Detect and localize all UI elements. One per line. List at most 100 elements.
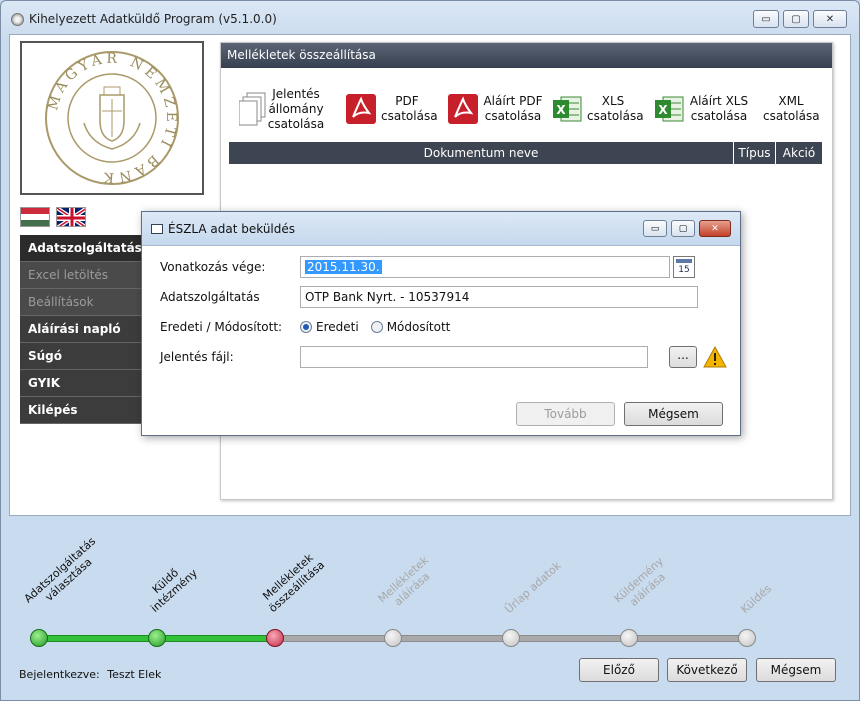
radio-original-label: Eredeti <box>316 320 359 334</box>
logged-in-user: Teszt Elek <box>107 668 162 681</box>
attach-toolbar: Jelentés állomány csatolása PDF csatolás… <box>229 83 829 135</box>
period-end-input[interactable]: 2015.11.30. <box>300 256 670 278</box>
wizard-step-dot-6 <box>620 629 638 647</box>
browse-file-button[interactable]: ... <box>669 346 697 368</box>
wizard-step-dot-3 <box>266 629 284 647</box>
attach-xml-label: XML csatolása <box>763 94 820 123</box>
period-end-label: Vonatkozás vége: <box>160 260 266 274</box>
language-flags <box>20 207 86 227</box>
radio-original[interactable]: Eredeti <box>300 320 359 334</box>
attach-report-button[interactable]: Jelentés állomány csatolása <box>239 83 325 135</box>
wizard-step-label-5: Űrlap adatok <box>502 559 564 616</box>
wizard-connector-6 <box>629 635 747 642</box>
dialog-close-button[interactable]: ✕ <box>699 220 731 237</box>
eszla-dialog: ÉSZLA adat beküldés ▭ ▢ ✕ Vonatkozás vég… <box>141 211 741 436</box>
title-bar: Kihelyezett Adatküldő Program (v5.1.0.0)… <box>1 1 859 35</box>
wizard-step-dot-4 <box>384 629 402 647</box>
wizard-step-label-7: Küldés <box>738 582 774 616</box>
dialog-title: ÉSZLA adat beküldés <box>168 222 296 236</box>
previous-button[interactable]: Előző <box>579 658 659 682</box>
wizard-connector-3 <box>275 635 393 642</box>
bank-seal-icon: MAGYAR NEMZETI BANK <box>45 51 179 185</box>
wizard-step-label-6: Küldemény aláírása <box>611 554 668 609</box>
minimize-button[interactable]: ▭ <box>753 10 779 28</box>
period-end-value: 2015.11.30. <box>305 260 382 274</box>
attach-signed-pdf-button[interactable]: Aláírt PDF csatolása <box>447 83 543 135</box>
service-field[interactable]: OTP Bank Nyrt. - 10537914 <box>300 286 698 308</box>
menu-item-alairasi-naplo[interactable]: Aláírási napló <box>20 316 144 343</box>
dialog-maximize-button[interactable]: ▢ <box>671 220 695 237</box>
login-status: Bejelentkezve: Teszt Elek <box>19 668 161 681</box>
document-icon <box>239 92 266 126</box>
app-icon <box>11 13 24 26</box>
column-document-name[interactable]: Dokumentum neve <box>229 142 733 164</box>
window-controls: ▭ ▢ ✕ <box>753 10 847 28</box>
pdf-icon <box>448 94 478 124</box>
hungarian-flag-icon[interactable] <box>20 207 50 227</box>
menu-item-adatszolgaltatas[interactable]: Adatszolgáltatás <box>20 235 144 262</box>
attach-xls-label: XLS csatolása <box>587 94 644 123</box>
radio-modified-dot[interactable] <box>370 321 383 333</box>
menu-item-kilepes[interactable]: Kilépés <box>20 397 144 424</box>
mnb-logo: MAGYAR NEMZETI BANK <box>20 41 204 195</box>
close-button[interactable]: ✕ <box>813 10 847 28</box>
attach-signed-pdf-label: Aláírt PDF csatolása <box>483 94 543 123</box>
side-menu: Adatszolgáltatás Excel letöltés Beállítá… <box>20 235 144 424</box>
attach-xls-button[interactable]: X XLS csatolása <box>551 83 644 135</box>
svg-text:X: X <box>658 103 668 117</box>
dialog-title-bar: ÉSZLA adat beküldés ▭ ▢ ✕ <box>142 212 740 246</box>
menu-item-excel-letoltes: Excel letöltés <box>20 262 144 289</box>
cancel-button[interactable]: Mégsem <box>624 402 723 426</box>
column-action[interactable]: Akció <box>776 142 822 164</box>
excel-icon: X <box>655 96 684 122</box>
attach-report-label: Jelentés állomány csatolása <box>267 86 325 131</box>
main-window: Kihelyezett Adatküldő Program (v5.1.0.0)… <box>0 0 860 701</box>
dialog-window-icon <box>151 224 163 234</box>
radio-modified[interactable]: Módosított <box>370 320 451 334</box>
dialog-window-controls: ▭ ▢ ✕ <box>643 220 731 237</box>
window-title: Kihelyezett Adatküldő Program (v5.1.0.0) <box>29 12 277 26</box>
radio-modified-label: Módosított <box>386 320 451 334</box>
menu-item-gyik[interactable]: GYIK <box>20 370 144 397</box>
next-step-button[interactable]: Következő <box>667 658 747 682</box>
column-type[interactable]: Típus <box>734 142 775 164</box>
menu-item-beallitasok: Beállítások <box>20 289 144 316</box>
wizard-step-label-1: Adatszolgáltatás választása <box>21 534 99 606</box>
wizard-cancel-button[interactable]: Mégsem <box>756 658 836 682</box>
wizard-step-dot-5 <box>502 629 520 647</box>
maximize-button[interactable]: ▢ <box>783 10 809 28</box>
wizard-connector-1 <box>39 635 157 642</box>
wizard-connector-4 <box>393 635 511 642</box>
logged-in-label: Bejelentkezve: <box>19 668 100 681</box>
wizard-step-dot-1 <box>30 629 48 647</box>
wizard-step-label-3: Mellékletek összeállítása <box>260 551 328 615</box>
wizard-step-label-2: Küldő intézmény <box>148 566 200 615</box>
attach-pdf-button[interactable]: PDF csatolása <box>345 83 438 135</box>
original-modified-radio-group: Eredeti Módosított <box>300 320 450 334</box>
wizard-step-dot-2 <box>148 629 166 647</box>
documents-table-header: Dokumentum neve Típus Akció <box>229 142 822 164</box>
service-label: Adatszolgáltatás <box>160 290 260 304</box>
uk-flag-icon[interactable] <box>56 207 86 227</box>
next-button[interactable]: Tovább <box>516 402 615 426</box>
svg-text:X: X <box>556 103 566 117</box>
wizard-step-dot-7 <box>738 629 756 647</box>
pdf-icon <box>346 94 376 124</box>
calendar-icon[interactable]: 15 <box>673 256 695 278</box>
attach-signed-xls-label: Aláírt XLS csatolása <box>689 94 749 123</box>
warning-icon <box>703 346 727 368</box>
attach-xml-button[interactable]: XML csatolása <box>763 83 820 135</box>
wizard-progress: Adatszolgáltatás választása Küldő intézm… <box>9 521 851 693</box>
menu-item-sugo[interactable]: Súgó <box>20 343 144 370</box>
original-modified-label: Eredeti / Módosított: <box>160 320 283 334</box>
attach-pdf-label: PDF csatolása <box>381 94 438 123</box>
wizard-step-label-4: Mellékletek aláírása <box>375 553 433 609</box>
report-file-label: Jelentés fájl: <box>160 350 234 364</box>
wizard-connector-5 <box>511 635 629 642</box>
attach-signed-xls-button[interactable]: X Aláírt XLS csatolása <box>653 83 749 135</box>
panel-title: Mellékletek összeállítása <box>221 43 832 68</box>
report-file-input[interactable] <box>300 346 648 368</box>
dialog-minimize-button[interactable]: ▭ <box>643 220 667 237</box>
wizard-connector-2 <box>157 635 275 642</box>
radio-original-dot[interactable] <box>300 321 312 333</box>
